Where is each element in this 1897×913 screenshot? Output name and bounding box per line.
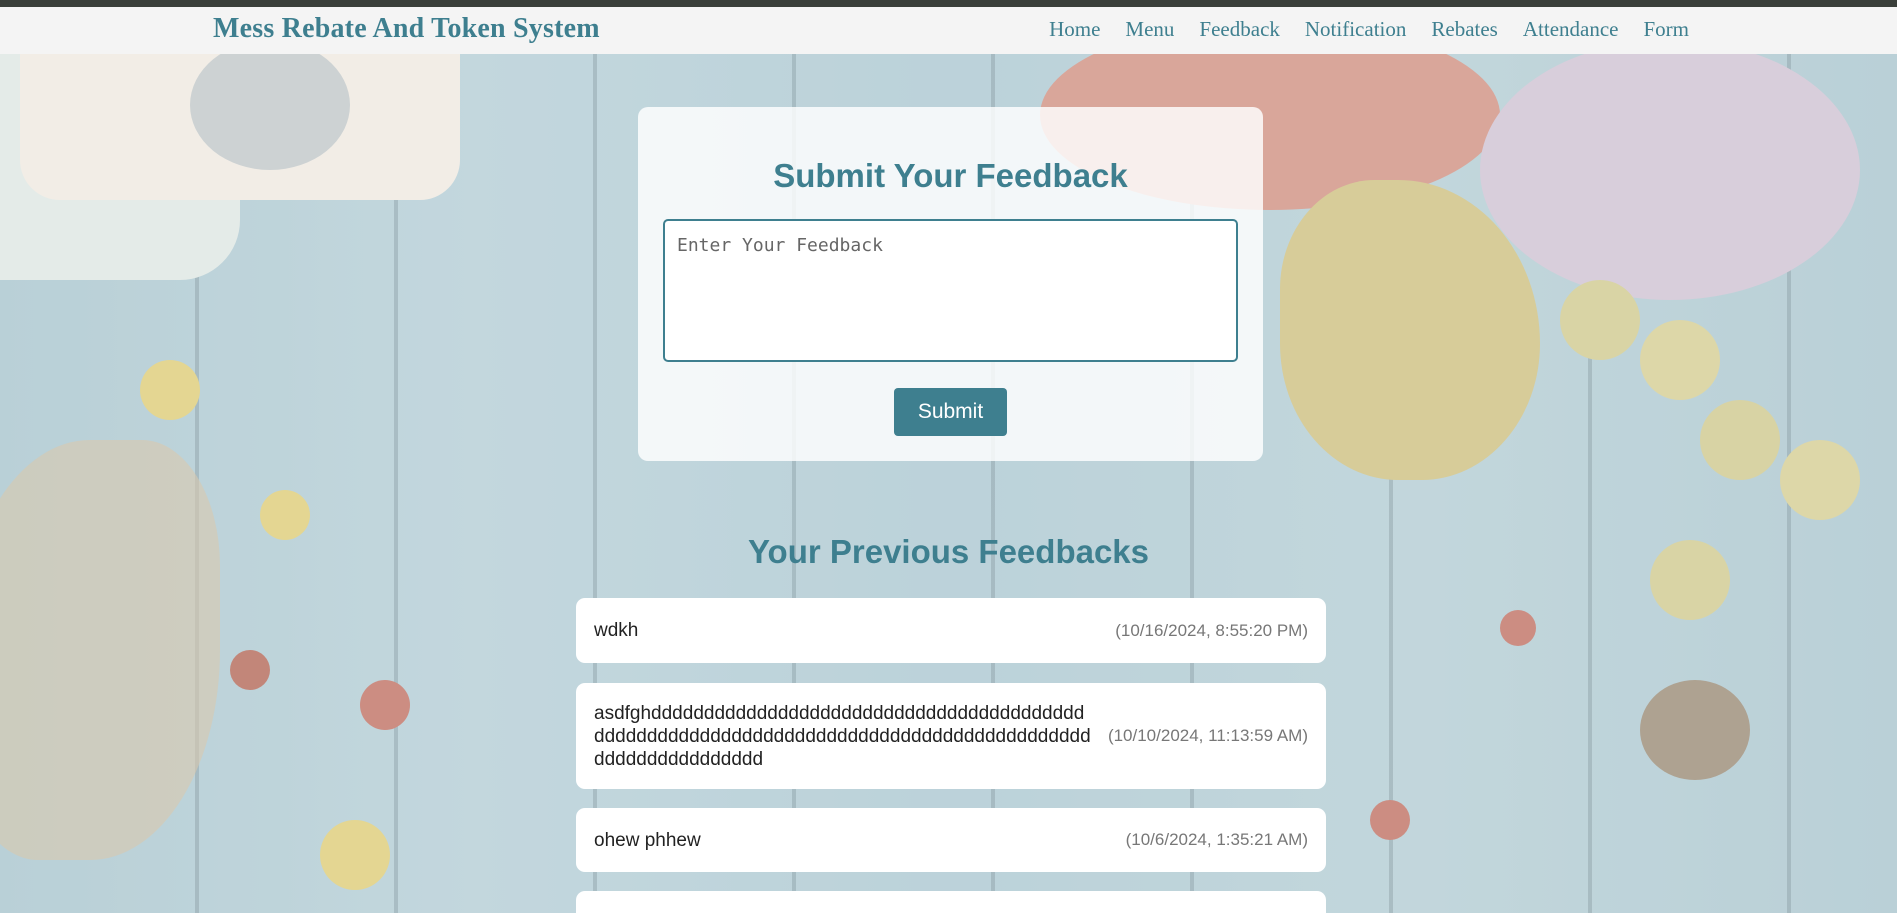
feedback-item: ohew phhew (10/6/2024, 1:35:21 AM) xyxy=(576,808,1326,872)
previous-feedbacks-title: Your Previous Feedbacks xyxy=(747,533,1150,570)
feedback-item: wdkh (10/16/2024, 8:55:20 PM) xyxy=(576,598,1326,663)
form-title: Submit Your Feedback xyxy=(773,157,1128,194)
nav-home-link[interactable]: Home xyxy=(1049,17,1100,42)
nav-rebates-link[interactable]: Rebates xyxy=(1431,17,1497,42)
top-strip xyxy=(0,0,1897,7)
feedback-timestamp: (10/10/2024, 11:13:59 AM) xyxy=(1107,726,1308,745)
feedback-timestamp: (10/16/2024, 8:55:20 PM) xyxy=(1115,620,1308,640)
app-title[interactable]: Mess Rebate And Token System xyxy=(213,13,600,45)
nav-links: Home Menu Feedback Notification Rebates … xyxy=(1049,17,1689,42)
nav-form-link[interactable]: Form xyxy=(1643,17,1689,42)
nav-menu-link[interactable]: Menu xyxy=(1125,17,1174,42)
feedback-form-card: Submit Your Feedback Submit xyxy=(638,107,1263,461)
feedback-text: asdfghdddddddddddddddddddddddddddddddddd… xyxy=(594,702,1091,770)
navbar: Mess Rebate And Token System Home Menu F… xyxy=(0,7,1897,54)
feedback-item: asdfghdddddddddddddddddddddddddddddddddd… xyxy=(576,683,1326,789)
feedback-timestamp: (10/6/2024, 1:35:21 AM) xyxy=(1125,830,1308,849)
feedback-textarea[interactable] xyxy=(663,219,1238,362)
submit-button[interactable]: Submit xyxy=(894,388,1007,436)
nav-feedback-link[interactable]: Feedback xyxy=(1199,17,1279,42)
feedback-item xyxy=(576,891,1326,913)
nav-attendance-link[interactable]: Attendance xyxy=(1523,17,1619,42)
feedback-text: ohew phhew xyxy=(594,829,701,851)
feedback-text: wdkh xyxy=(594,620,639,641)
nav-notification-link[interactable]: Notification xyxy=(1305,17,1406,42)
